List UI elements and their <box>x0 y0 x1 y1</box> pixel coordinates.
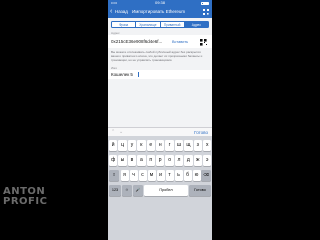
keyboard-done-key[interactable]: Готово <box>189 185 211 196</box>
microphone-key[interactable]: 🎤 <box>133 185 143 196</box>
watermark-logo: ANTON PROFIC <box>3 187 53 207</box>
battery-icon <box>201 1 209 5</box>
tab-private-key[interactable]: Приватный <box>161 22 185 27</box>
key-к[interactable]: к <box>137 140 146 151</box>
keyboard-row-4: 123 ☺ 🎤 Пробел Готово <box>108 185 212 196</box>
watermark-line-2: PROFIC <box>3 196 48 207</box>
key-б[interactable]: б <box>183 170 192 181</box>
paste-button[interactable]: Вставить <box>172 39 188 45</box>
key-ж[interactable]: ж <box>193 155 202 166</box>
key-г[interactable]: г <box>165 140 174 151</box>
key-п[interactable]: п <box>146 155 155 166</box>
key-ц[interactable]: ц <box>118 140 127 151</box>
wallet-name-input[interactable] <box>111 70 191 79</box>
key-л[interactable]: л <box>174 155 184 166</box>
key-т[interactable]: т <box>165 170 174 181</box>
address-info-text: Вы можете отслеживать любой публичный ад… <box>111 50 203 62</box>
key-с[interactable]: с <box>138 170 147 181</box>
keyboard-accessory-bar: ⌃ ⌄ Готово <box>108 127 212 136</box>
key-д[interactable]: д <box>184 155 193 166</box>
delete-key[interactable]: ⌫ <box>201 170 211 181</box>
key-о[interactable]: о <box>165 155 174 166</box>
back-button[interactable]: Назад <box>115 8 128 16</box>
numbers-key[interactable]: 123 <box>109 185 121 196</box>
qr-scan-icon[interactable] <box>200 38 207 46</box>
tab-address[interactable]: Адрес <box>184 22 208 27</box>
chevron-down-icon[interactable]: ⌄ <box>119 129 123 136</box>
key-я[interactable]: я <box>120 170 129 181</box>
navigation-bar: ‹ Назад Импортировать Ethereum <box>108 6 212 18</box>
text-cursor <box>138 72 139 77</box>
qr-code-icon[interactable] <box>203 9 209 15</box>
tab-keystore[interactable]: Хранилище <box>136 22 161 27</box>
keyboard: йцукенгшщзх фывапролджэ ⇧ ⌫ ячсмитьбю 12… <box>108 136 212 240</box>
keyboard-row-3: ⇧ ⌫ ячсмитьбю <box>108 170 212 181</box>
page-title: Импортировать Ethereum <box>132 9 186 14</box>
address-value[interactable]: 0x215cE36e908f6d4e6f... <box>111 39 162 45</box>
key-х[interactable]: х <box>203 140 212 151</box>
phone-screen: ••••• 09:38 ‹ Назад Импортировать Ethere… <box>108 0 212 240</box>
key-и[interactable]: и <box>156 170 165 181</box>
key-а[interactable]: а <box>137 155 146 166</box>
key-н[interactable]: н <box>156 140 165 151</box>
key-ш[interactable]: ш <box>174 140 184 151</box>
keyboard-row-1: йцукенгшщзх <box>108 140 212 151</box>
key-е[interactable]: е <box>146 140 155 151</box>
key-щ[interactable]: щ <box>184 140 193 151</box>
space-key[interactable]: Пробел <box>144 185 188 196</box>
key-э[interactable]: э <box>203 155 212 166</box>
key-у[interactable]: у <box>127 140 137 151</box>
address-field[interactable]: 0x215cE36e908f6d4e6f... Вставить <box>108 35 212 48</box>
accessory-done-button[interactable]: Готово <box>194 129 208 136</box>
key-ч[interactable]: ч <box>129 170 138 181</box>
name-field[interactable] <box>108 70 212 79</box>
key-й[interactable]: й <box>109 140 118 151</box>
key-з[interactable]: з <box>193 140 202 151</box>
key-ь[interactable]: ь <box>174 170 183 181</box>
key-ю[interactable]: ю <box>192 170 201 181</box>
key-ы[interactable]: ы <box>118 155 127 166</box>
key-ф[interactable]: ф <box>109 155 118 166</box>
chevron-left-icon[interactable]: ‹ <box>110 8 112 16</box>
keyboard-row-2: фывапролджэ <box>108 155 212 166</box>
shift-key[interactable]: ⇧ <box>109 170 119 181</box>
key-в[interactable]: в <box>127 155 137 166</box>
key-р[interactable]: р <box>156 155 165 166</box>
import-type-tabs: Фраза Хранилище Приватный Адрес <box>111 21 209 28</box>
emoji-key[interactable]: ☺ <box>122 185 132 196</box>
chevron-up-icon[interactable]: ⌃ <box>111 129 115 136</box>
key-м[interactable]: м <box>147 170 156 181</box>
tab-phrase[interactable]: Фраза <box>112 22 137 27</box>
